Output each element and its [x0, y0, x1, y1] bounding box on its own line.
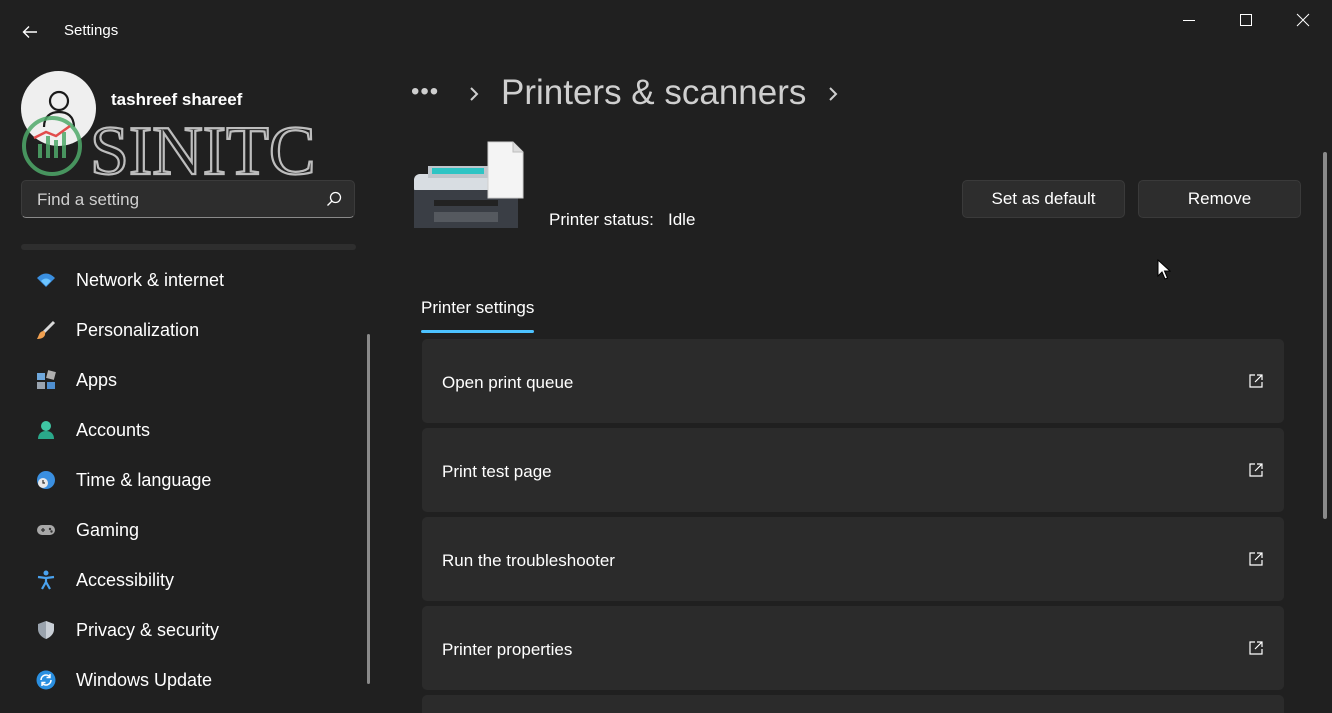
app-title: Settings: [64, 22, 119, 39]
gamepad-icon: [36, 520, 56, 540]
person-icon: [36, 420, 56, 440]
nav-divider: [21, 244, 356, 250]
apps-icon: [36, 370, 56, 390]
printer-status-value: Idle: [668, 210, 696, 229]
card-label: Printer properties: [442, 640, 573, 659]
sidebar-item-windows-update[interactable]: Windows Update: [21, 655, 361, 705]
back-button[interactable]: [14, 16, 46, 48]
sidebar-item-privacy-security[interactable]: Privacy & security: [21, 605, 361, 655]
main-scrollbar[interactable]: [1323, 152, 1327, 519]
close-icon: [1296, 13, 1309, 27]
wifi-icon: [36, 270, 56, 290]
printer-properties-card[interactable]: Printer properties: [422, 606, 1284, 690]
sidebar-item-label: Gaming: [76, 519, 140, 540]
printer-status-label: Printer status:: [549, 210, 654, 229]
close-button[interactable]: [1274, 0, 1331, 40]
card-label: Open print queue: [442, 373, 574, 392]
sidebar-item-network[interactable]: Network & internet: [21, 255, 361, 305]
maximize-button[interactable]: [1217, 0, 1274, 40]
search-input[interactable]: [35, 181, 319, 219]
sidebar-item-label: Network & internet: [76, 269, 225, 290]
tab-printer-settings[interactable]: Printer settings: [421, 298, 534, 318]
open-external-icon: [1249, 463, 1263, 477]
accessibility-icon: [36, 570, 56, 590]
back-arrow-icon: [22, 26, 37, 38]
open-external-icon: [1249, 552, 1263, 566]
sidebar-item-label: Accessibility: [76, 569, 175, 590]
breadcrumb-chevron-icon: [829, 87, 838, 101]
sidebar-item-time-language[interactable]: Time & language: [21, 455, 361, 505]
sidebar-item-label: Time & language: [76, 469, 212, 490]
sidebar-item-label: Windows Update: [76, 669, 213, 690]
update-icon: [36, 670, 56, 690]
sidebar-item-gaming[interactable]: Gaming: [21, 505, 361, 555]
breadcrumb-chevron-icon: [470, 87, 479, 101]
brush-icon: [36, 320, 56, 340]
maximize-icon: [1239, 14, 1252, 26]
open-external-icon: [1249, 374, 1263, 388]
tab-selected-indicator: [421, 330, 534, 333]
sidebar-item-label: Apps: [76, 369, 118, 390]
search-box[interactable]: [21, 180, 355, 219]
open-external-icon: [1249, 641, 1263, 655]
search-icon[interactable]: [326, 191, 342, 207]
sidebar-item-accounts[interactable]: Accounts: [21, 405, 361, 455]
minimize-button[interactable]: [1160, 0, 1217, 40]
sidebar-item-label: Privacy & security: [76, 619, 220, 640]
sidebar-item-apps[interactable]: Apps: [21, 355, 361, 405]
card-label: Print test page: [442, 462, 552, 481]
print-test-page-card[interactable]: Print test page: [422, 428, 1284, 512]
sidebar-item-accessibility[interactable]: Accessibility: [21, 555, 361, 605]
mouse-cursor-icon: [1157, 259, 1171, 280]
user-name: tashreef shareef: [111, 90, 243, 109]
card-label: Run the troubleshooter: [442, 551, 615, 570]
sidebar-item-personalization[interactable]: Personalization: [21, 305, 361, 355]
minimize-icon: [1182, 20, 1195, 21]
sidebar-item-label: Personalization: [76, 319, 200, 340]
sidebar-nav: Network & internet Personalization Apps …: [21, 255, 361, 705]
page-title: Printers & scanners: [501, 73, 807, 112]
next-setting-card-partial[interactable]: [422, 695, 1284, 713]
set-as-default-button[interactable]: Set as default: [962, 180, 1125, 218]
shield-icon: [36, 620, 56, 640]
remove-button[interactable]: Remove: [1138, 180, 1301, 218]
globe-clock-icon: [36, 470, 56, 490]
printer-icon: [414, 141, 524, 228]
sidebar-item-label: Accounts: [76, 419, 151, 440]
open-print-queue-card[interactable]: Open print queue: [422, 339, 1284, 423]
watermark-logo: SINITC: [22, 112, 317, 184]
breadcrumb-more-button[interactable]: •••: [411, 78, 439, 106]
sidebar-scrollbar[interactable]: [367, 334, 370, 684]
watermark-text: SINITC: [90, 113, 316, 184]
run-troubleshooter-card[interactable]: Run the troubleshooter: [422, 517, 1284, 601]
